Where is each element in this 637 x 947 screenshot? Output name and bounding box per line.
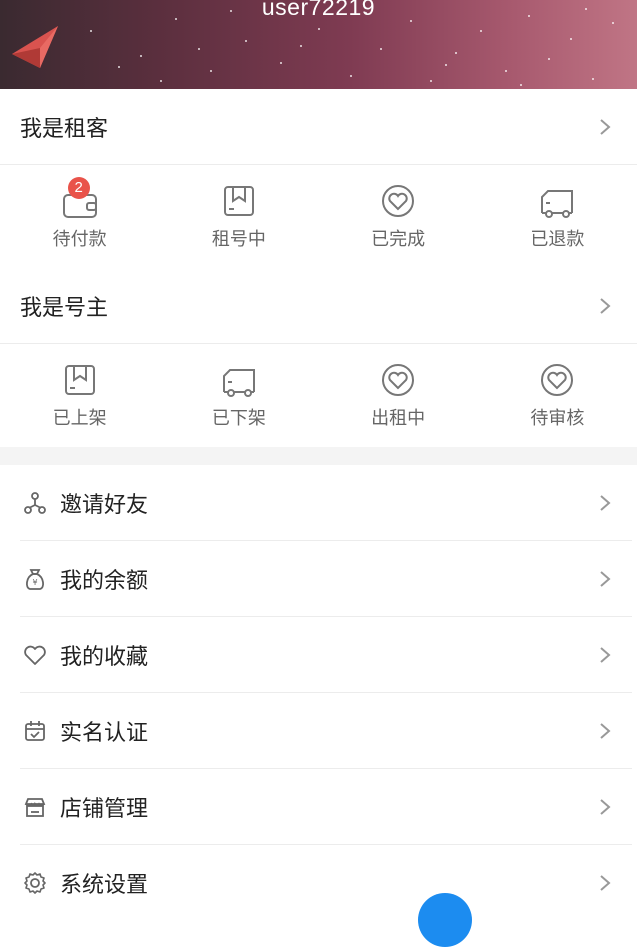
grid-label: 已完成 [371, 229, 426, 250]
menu-label: 店铺管理 [60, 797, 149, 822]
badge-count: 2 [67, 177, 90, 199]
grid-label: 待审核 [530, 408, 585, 429]
chevron-right-icon [600, 298, 611, 314]
chevron-right-icon [600, 875, 611, 891]
svg-text:¥: ¥ [32, 578, 37, 587]
owner-status-grid: 已上架 已下架 出租中 待审核 [0, 344, 637, 447]
floating-action-button[interactable] [418, 893, 472, 947]
menu-my-balance[interactable]: ¥ 我的余额 [0, 541, 637, 617]
bookmark-box-icon [64, 365, 95, 395]
calendar-check-icon [22, 718, 48, 744]
grid-label: 已下架 [211, 408, 266, 429]
renter-pending-payment[interactable]: 2 待付款 [0, 165, 159, 268]
heart-icon [22, 642, 48, 668]
heart-bubble-icon [382, 185, 415, 217]
money-bag-icon: ¥ [22, 566, 48, 592]
menu-store-management[interactable]: 店铺管理 [0, 769, 637, 845]
profile-header: user72219 [0, 0, 637, 89]
grid-label: 出租中 [371, 408, 426, 429]
grid-label: 租号中 [211, 229, 266, 250]
truck-icon [222, 369, 255, 397]
owner-section-header[interactable]: 我是号主 [0, 268, 637, 344]
chevron-right-icon [600, 495, 611, 511]
menu-label: 邀请好友 [60, 493, 149, 518]
menu-system-settings[interactable]: 系统设置 [0, 845, 637, 921]
chevron-right-icon [600, 571, 611, 587]
renter-completed[interactable]: 已完成 [319, 165, 478, 268]
gear-icon [22, 870, 48, 896]
owner-listed[interactable]: 已上架 [0, 344, 159, 447]
grid-label: 已退款 [530, 229, 585, 250]
paper-plane-logo-icon [12, 26, 58, 68]
heart-bubble-icon [541, 364, 574, 396]
store-icon [22, 794, 48, 820]
menu-label: 系统设置 [60, 873, 149, 898]
grid-label: 已上架 [52, 408, 107, 429]
menu-label: 实名认证 [60, 721, 149, 746]
menu-invite-friends[interactable]: 邀请好友 [0, 465, 637, 541]
renter-renting[interactable]: 租号中 [159, 165, 318, 268]
renter-section-header[interactable]: 我是租客 [0, 89, 637, 165]
renter-refunded[interactable]: 已退款 [478, 165, 637, 268]
owner-section-title: 我是号主 [20, 296, 109, 321]
renter-status-grid: 2 待付款 租号中 已完成 已退款 [0, 165, 637, 268]
username: user72219 [261, 0, 376, 20]
owner-delisted[interactable]: 已下架 [159, 344, 318, 447]
truck-icon [541, 190, 574, 218]
menu-my-favorites[interactable]: 我的收藏 [0, 617, 637, 693]
menu-real-name-verification[interactable]: 实名认证 [0, 693, 637, 769]
section-gap [0, 447, 637, 465]
chevron-right-icon [600, 119, 611, 135]
grid-label: 待付款 [52, 229, 107, 250]
bookmark-box-icon [223, 186, 254, 216]
menu-label: 我的收藏 [60, 645, 149, 670]
chevron-right-icon [600, 723, 611, 739]
owner-pending-review[interactable]: 待审核 [478, 344, 637, 447]
chevron-right-icon [600, 647, 611, 663]
share-network-icon [22, 490, 48, 516]
renter-section-title: 我是租客 [20, 117, 109, 142]
menu-label: 我的余额 [60, 569, 149, 594]
chevron-right-icon [600, 799, 611, 815]
heart-bubble-icon [382, 364, 415, 396]
owner-renting-out[interactable]: 出租中 [319, 344, 478, 447]
